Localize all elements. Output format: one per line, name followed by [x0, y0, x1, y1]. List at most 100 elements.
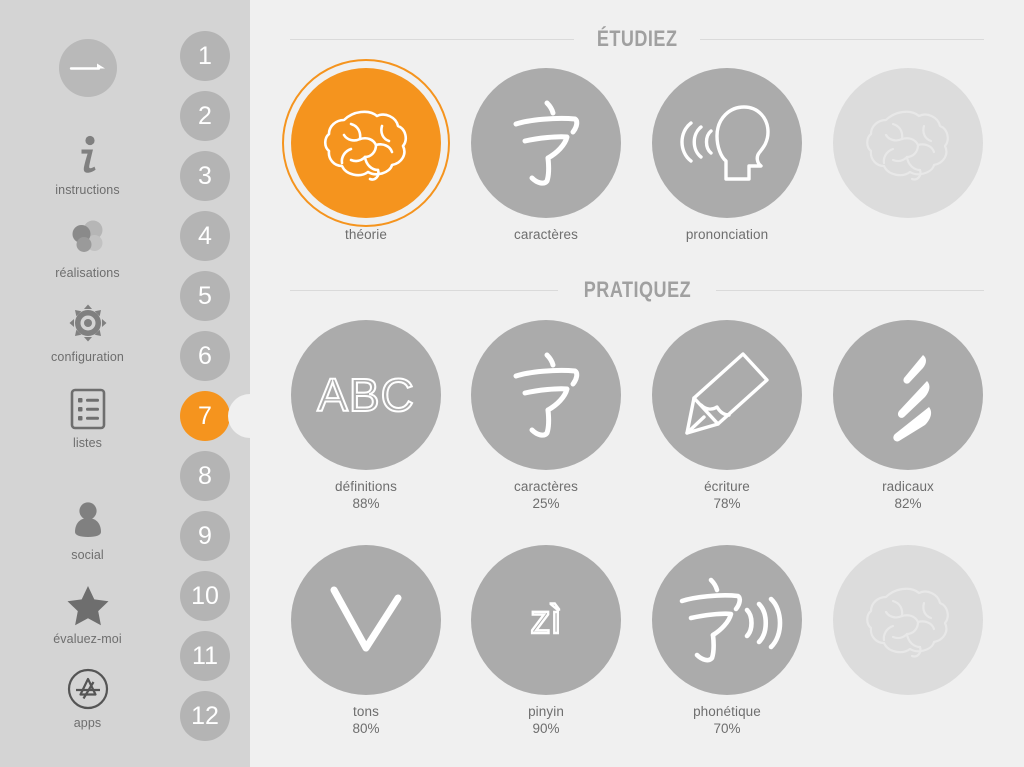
tile-percent: 25%	[532, 496, 560, 511]
tile-theorie[interactable]: théorie	[282, 59, 450, 244]
brain-icon	[866, 110, 949, 181]
sidebar-item-listes[interactable]: listes	[0, 386, 175, 450]
lesson-number-4[interactable]: 4	[180, 211, 230, 261]
abc-icon: ABC	[316, 368, 415, 422]
tile-percent: 90%	[532, 721, 560, 736]
tile-percent: 70%	[713, 721, 741, 736]
tile-circle[interactable]	[471, 320, 621, 470]
tile-label: radicaux	[882, 479, 934, 494]
tile-label: caractères	[513, 227, 579, 242]
section-title: ÉTUDIEZ	[596, 26, 678, 51]
tile-circle[interactable]	[833, 320, 983, 470]
tile-percent: 88%	[352, 496, 380, 511]
tile-pinyin[interactable]: zì pinyin 90%	[466, 545, 626, 736]
tile-radicaux[interactable]: radicaux 82%	[828, 320, 988, 511]
lesson-number-6[interactable]: 6	[180, 331, 230, 381]
hanzi-sound-icon	[679, 577, 783, 663]
lesson-number-12[interactable]: 12	[180, 691, 230, 741]
sidebar-item-instructions[interactable]: instructions	[0, 133, 175, 197]
gear-icon	[65, 300, 111, 346]
tile-circle[interactable]: zì	[471, 545, 621, 695]
tile-locked-study	[828, 68, 988, 229]
sidebar-icon-column: instructions réalisations configuration …	[0, 0, 175, 767]
sidebar-item-label: évaluez-moi	[53, 632, 122, 646]
section-header-pratiquez: PRATIQUEZ	[290, 277, 985, 303]
tile-label: caractères	[513, 479, 579, 494]
tile-percent: 78%	[713, 496, 741, 511]
sidebar-item-label: social	[71, 548, 104, 562]
tile-circle[interactable]	[652, 545, 802, 695]
tile-circle	[833, 68, 983, 218]
lesson-number-7[interactable]: 7	[180, 391, 230, 441]
app-root: instructions réalisations configuration …	[0, 0, 1024, 767]
tile-ecriture[interactable]: écriture 78%	[647, 320, 807, 511]
sidebar-item-configuration[interactable]: configuration	[0, 300, 175, 364]
sidebar-item-label: instructions	[55, 183, 120, 197]
tile-label: écriture	[704, 479, 750, 494]
sidebar-item-evaluez-moi[interactable]: évaluez-moi	[0, 582, 175, 646]
tile-percent: 82%	[894, 496, 922, 511]
tile-locked-practice	[828, 545, 988, 706]
speak-icon	[680, 105, 770, 181]
tile-prononciation[interactable]: prononciation	[647, 68, 807, 244]
sidebar-item-social[interactable]: social	[0, 498, 175, 562]
appstore-icon	[65, 666, 111, 712]
brain-icon	[866, 587, 949, 658]
section-title: PRATIQUEZ	[583, 277, 691, 302]
tile-label: prononciation	[685, 227, 769, 242]
tile-circle[interactable]	[282, 59, 450, 227]
lesson-number-3[interactable]: 3	[180, 151, 230, 201]
lesson-number-1[interactable]: 1	[180, 31, 230, 81]
main-content: ÉTUDIEZ théorie caractères prononciation…	[250, 0, 1024, 767]
person-icon	[65, 498, 111, 544]
rule-left	[290, 289, 558, 291]
tile-caracteres-study[interactable]: caractères	[466, 68, 626, 244]
info-icon	[65, 133, 111, 179]
pinyin-icon: zì	[529, 596, 563, 642]
tile-circle	[833, 545, 983, 695]
rule-right	[700, 38, 984, 40]
sidebar-item-label: configuration	[51, 350, 124, 364]
rule-left	[290, 38, 574, 40]
tile-label: tons	[353, 704, 379, 719]
tile-label: définitions	[335, 479, 397, 494]
tile-circle[interactable]: ABC	[291, 320, 441, 470]
chevron-down-icon	[330, 586, 402, 652]
selection-ring	[282, 59, 450, 227]
pencil-icon	[685, 352, 769, 435]
sidebar-back-button[interactable]	[0, 39, 175, 97]
bubbles-icon	[65, 216, 111, 262]
lesson-number-11[interactable]: 11	[180, 631, 230, 681]
tile-circle[interactable]	[652, 68, 802, 218]
sidebar-item-realisations[interactable]: réalisations	[0, 216, 175, 280]
rule-right	[716, 289, 985, 291]
hanzi-icon	[513, 352, 580, 438]
radical-icon	[893, 355, 932, 442]
lesson-number-9[interactable]: 9	[180, 511, 230, 561]
tile-label: pinyin	[528, 704, 564, 719]
hanzi-icon	[513, 100, 580, 186]
section-header-etudiez: ÉTUDIEZ	[290, 26, 984, 52]
sidebar-item-label: apps	[73, 716, 102, 730]
sidebar-item-label: réalisations	[55, 266, 120, 280]
lesson-number-column: 1 2 3 4 5 6 7 8 9 10 11 12	[175, 0, 250, 767]
sidebar-item-apps[interactable]: apps	[0, 666, 175, 730]
tile-label: théorie	[345, 227, 387, 242]
tile-tons[interactable]: tons 80%	[286, 545, 446, 736]
star-icon	[65, 582, 111, 628]
lesson-number-10[interactable]: 10	[180, 571, 230, 621]
lesson-number-8[interactable]: 8	[180, 451, 230, 501]
tile-circle[interactable]	[291, 545, 441, 695]
tile-phonetique[interactable]: phonétique 70%	[647, 545, 807, 736]
tile-definitions[interactable]: ABC définitions 88%	[286, 320, 446, 511]
lesson-number-2[interactable]: 2	[180, 91, 230, 141]
arrow-right-icon	[58, 39, 117, 97]
tile-circle[interactable]	[471, 68, 621, 218]
tile-percent: 80%	[352, 721, 380, 736]
tile-circle[interactable]	[652, 320, 802, 470]
tile-caracteres-practice[interactable]: caractères 25%	[466, 320, 626, 511]
sidebar: instructions réalisations configuration …	[0, 0, 272, 767]
lesson-number-5[interactable]: 5	[180, 271, 230, 321]
sidebar-item-label: listes	[72, 436, 103, 450]
tile-label: phonétique	[693, 704, 761, 719]
